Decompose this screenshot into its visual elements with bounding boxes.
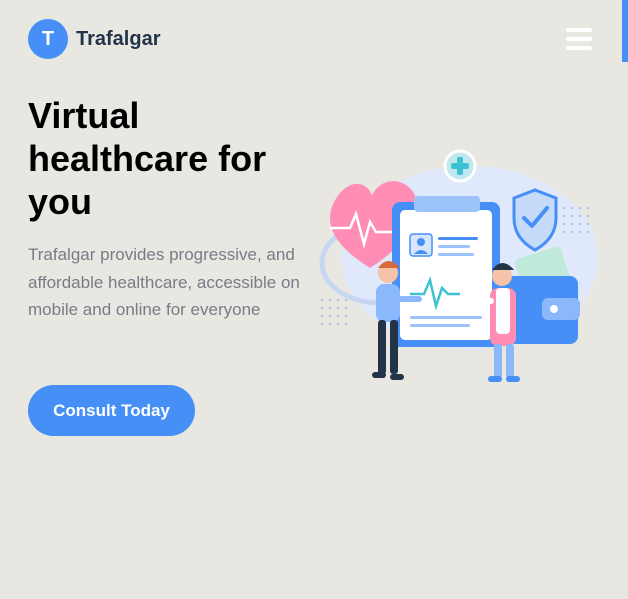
hero-section: Virtual healthcare for you Trafalgar pro…: [28, 94, 318, 324]
healthcare-illustration: [319, 149, 598, 382]
hamburger-menu-icon[interactable]: [566, 28, 592, 50]
brand[interactable]: T Trafalgar: [28, 19, 160, 59]
logo-badge: T: [28, 19, 68, 59]
site-header: T Trafalgar: [28, 18, 592, 60]
hero-description: Trafalgar provides progressive, and affo…: [28, 245, 300, 319]
logo-letter: T: [41, 27, 55, 50]
hero-headline: Virtual healthcare for you: [28, 95, 267, 222]
consult-today-button[interactable]: Consult Today: [28, 385, 195, 436]
brand-name: Trafalgar: [76, 27, 161, 50]
scroll-indicator[interactable]: [622, 0, 628, 62]
